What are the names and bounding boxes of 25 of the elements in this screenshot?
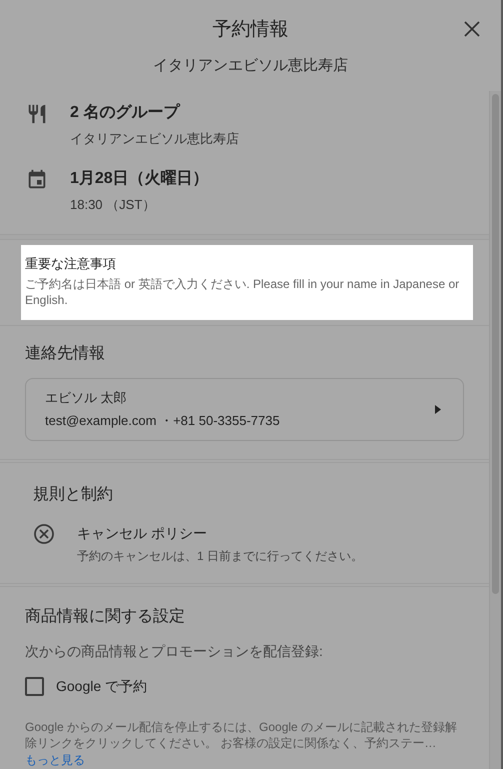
section-heading: 商品情報に関する設定 (25, 606, 186, 627)
fork-knife-icon (26, 103, 48, 125)
close-icon (463, 20, 481, 38)
policy-text: 予約のキャンセルは、1 日前までに行ってください。 (77, 548, 364, 565)
checkbox[interactable] (25, 677, 44, 696)
notice-text: ご予約名は日本語 or 英語で入力ください. Please fill in your name in Japanese or English. (25, 276, 460, 308)
section-heading: 連絡先情報 (25, 344, 106, 364)
policy-title: キャンセル ポリシー (77, 524, 208, 543)
dialog-subtitle: イタリアンエビソル恵比寿店 (153, 56, 348, 76)
dialog-title: 予約情報 (212, 18, 288, 42)
contact-card[interactable]: エビソル 太郎 test@example.com ・+81 50-3355-7735 (25, 378, 464, 441)
contact-name: エビソル 太郎 (45, 388, 128, 407)
unsubscribe-text: Google からのメール配信を停止するには、Google のメールに記載された登録解除リンクをクリックしてください。 お客様の設定に関係なく、予約ステー… (25, 719, 458, 751)
calendar-icon (26, 168, 48, 190)
detail-subtitle: 18:30 （JST） (70, 196, 156, 214)
notice-title: 重要な注意事項 (25, 255, 117, 274)
section-heading: 規則と制約 (33, 484, 114, 505)
detail-subtitle: イタリアンエビソル恵比寿店 (70, 130, 239, 148)
detail-title: 2 名のグループ (70, 102, 182, 123)
caret-icon (435, 404, 441, 414)
checkbox-label: Google で予約 (56, 677, 148, 696)
marketing-intro: 次からの商品情報とプロモーションを配信登録: (25, 642, 324, 661)
contact-details: test@example.com ・+81 50-3355-7735 (45, 412, 281, 430)
cancel-icon (33, 522, 55, 545)
detail-title: 1月28日（火曜日） (70, 168, 209, 188)
